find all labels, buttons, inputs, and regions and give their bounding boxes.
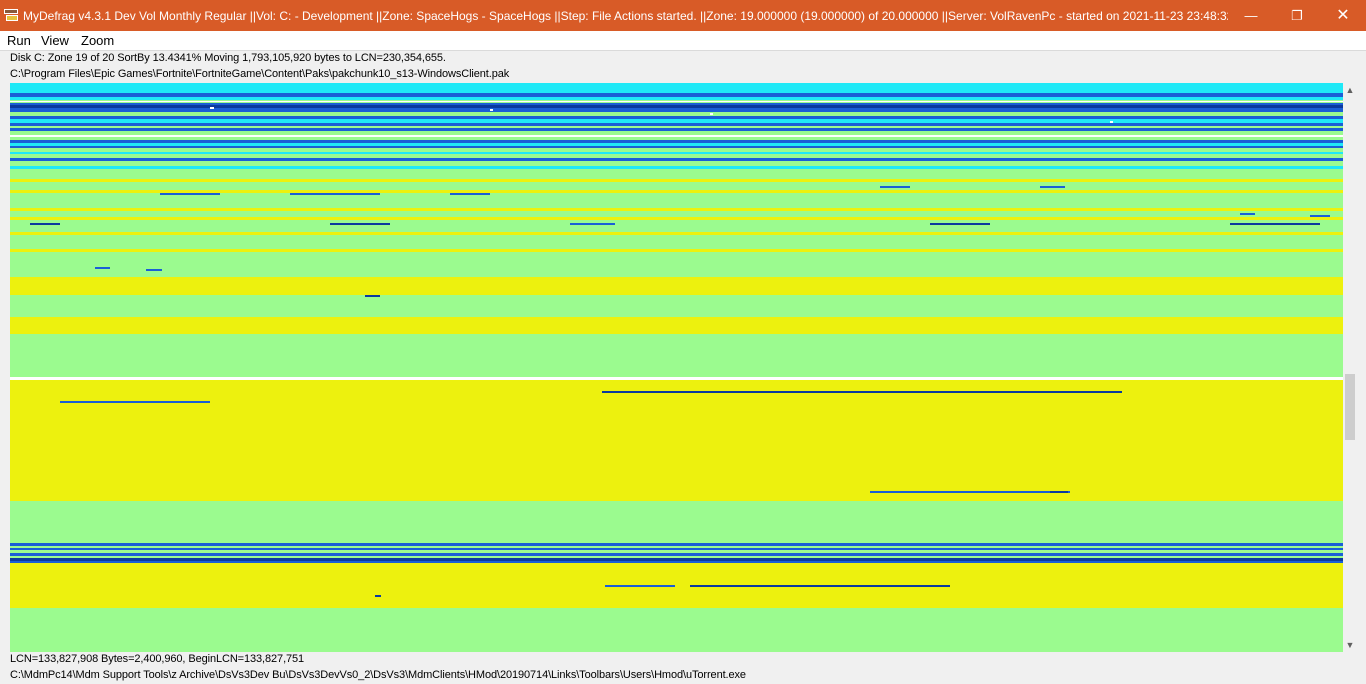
fragment-mark bbox=[60, 401, 210, 403]
defrag-app-icon[interactable] bbox=[4, 9, 18, 21]
menu-run[interactable]: Run bbox=[7, 33, 31, 48]
disk-map-band bbox=[10, 182, 1343, 190]
fragment-mark bbox=[365, 295, 380, 297]
title-bar: MyDefrag v4.3.1 Dev Vol Monthly Regular … bbox=[0, 0, 1366, 31]
fragment-mark bbox=[1110, 121, 1113, 123]
fragment-mark bbox=[450, 193, 490, 195]
fragment-mark bbox=[1040, 186, 1065, 188]
status-progress: Disk C: Zone 19 of 20 SortBy 13.4341% Mo… bbox=[10, 52, 446, 64]
disk-map-band bbox=[10, 380, 1343, 501]
fragment-mark bbox=[1230, 223, 1320, 225]
restore-icon[interactable]: ❐ bbox=[1274, 0, 1320, 31]
fragment-mark bbox=[160, 193, 220, 195]
fragment-mark bbox=[570, 223, 615, 225]
fragment-mark bbox=[605, 585, 675, 587]
disk-map-band bbox=[10, 295, 1343, 317]
fragment-mark bbox=[375, 595, 381, 597]
disk-map-band bbox=[10, 317, 1343, 334]
footer-file-path: C:\MdmPc14\Mdm Support Tools\z Archive\D… bbox=[10, 669, 746, 681]
fragment-mark bbox=[290, 193, 380, 195]
disk-map-band bbox=[10, 608, 1343, 652]
fragment-mark bbox=[1310, 215, 1330, 217]
disk-map[interactable] bbox=[10, 83, 1343, 652]
disk-map-band bbox=[10, 277, 1343, 295]
menu-bar: Run View Zoom bbox=[0, 31, 1366, 50]
fragment-mark bbox=[210, 107, 214, 109]
disk-map-band bbox=[10, 193, 1343, 208]
footer-lcn-info: LCN=133,827,908 Bytes=2,400,960, BeginLC… bbox=[10, 653, 305, 665]
fragment-mark bbox=[870, 491, 1070, 493]
close-icon[interactable]: ✕ bbox=[1320, 0, 1366, 31]
disk-map-band bbox=[10, 334, 1343, 377]
scrollbar-thumb[interactable] bbox=[1345, 374, 1355, 440]
fragment-mark bbox=[330, 223, 390, 225]
minimize-icon[interactable]: — bbox=[1228, 0, 1274, 31]
fragment-mark bbox=[1240, 213, 1255, 215]
disk-map-band bbox=[10, 220, 1343, 232]
fragment-mark bbox=[30, 223, 60, 225]
menu-view[interactable]: View bbox=[41, 33, 69, 48]
disk-map-band bbox=[10, 235, 1343, 249]
disk-map-band bbox=[10, 83, 1343, 90]
disk-map-band bbox=[10, 169, 1343, 179]
fragment-mark bbox=[930, 223, 990, 225]
disk-map-band bbox=[10, 501, 1343, 543]
fragment-mark bbox=[690, 585, 950, 587]
scroll-down-icon[interactable]: ▼ bbox=[1343, 638, 1357, 652]
fragment-mark bbox=[95, 267, 110, 269]
vertical-scrollbar[interactable]: ▲ ▼ bbox=[1343, 83, 1357, 652]
fragment-mark bbox=[710, 113, 713, 115]
fragment-mark bbox=[146, 269, 162, 271]
menu-zoom[interactable]: Zoom bbox=[81, 33, 114, 48]
window-title: MyDefrag v4.3.1 Dev Vol Monthly Regular … bbox=[23, 9, 1228, 23]
fragment-mark bbox=[602, 391, 1122, 393]
scroll-up-icon[interactable]: ▲ bbox=[1343, 83, 1357, 97]
disk-map-band bbox=[10, 252, 1343, 277]
fragment-mark bbox=[880, 186, 910, 188]
fragment-mark bbox=[1050, 491, 1068, 493]
fragment-mark bbox=[10, 101, 1343, 102]
status-current-file: C:\Program Files\Epic Games\Fortnite\For… bbox=[10, 68, 510, 80]
fragment-mark bbox=[490, 109, 493, 111]
disk-map-band bbox=[10, 563, 1343, 608]
menu-separator bbox=[0, 50, 1366, 51]
